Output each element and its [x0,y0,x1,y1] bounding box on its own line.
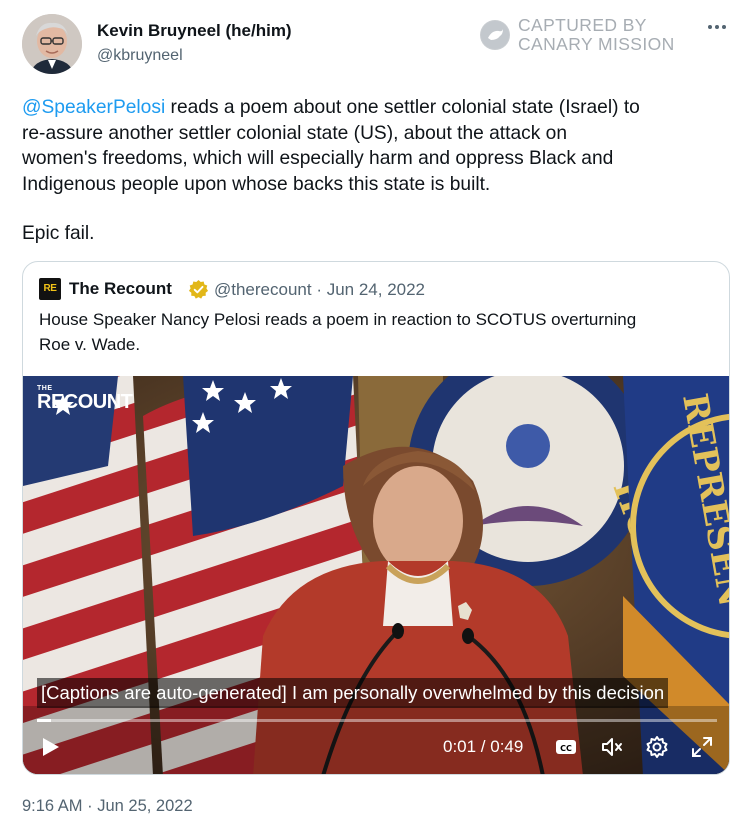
tweet-text: @SpeakerPelosi reads a poem about one se… [22,95,734,197]
video-progress-bar[interactable] [37,719,717,722]
video-player[interactable]: HOUSE OF REPRESEN [23,376,729,774]
quote-text-line-2: Roe v. Wade. [39,334,141,354]
closed-captions-icon[interactable]: CC [554,735,578,759]
quote-text: House Speaker Nancy Pelosi reads a poem … [39,308,719,357]
watermark-text: CAPTURED BY CANARY MISSION [518,16,675,54]
play-icon[interactable] [39,736,61,758]
quoted-tweet[interactable]: RE The Recount @therecount · Jun 24, 202… [22,261,730,775]
fullscreen-icon[interactable] [690,735,714,759]
tweet-text-line-3: women's freedoms, which will especially … [22,148,614,170]
video-caption: [Captions are auto-generated] I am perso… [37,678,669,708]
gear-icon[interactable] [645,735,669,759]
tweet-text-line-4: Indigenous people upon whose backs this … [22,173,491,195]
video-progress-fill [37,719,51,722]
avatar[interactable] [22,14,82,74]
tweet-text-line-1: reads a poem about one settler colonial … [165,97,640,118]
more-horizontal-icon[interactable] [706,20,728,32]
tweet-text-line-5: Epic fail. [22,223,95,244]
video-frame: HOUSE OF REPRESEN [23,376,729,774]
mute-icon[interactable] [600,735,624,759]
canary-mission-watermark: CAPTURED BY CANARY MISSION [480,16,690,56]
watermark-line-1: CAPTURED BY [518,15,647,35]
author-handle[interactable]: @kbruyneel [97,47,183,65]
cc-label: CC [560,744,572,753]
tweet-timestamp[interactable]: 9:16 AM · Jun 25, 2022 [22,797,193,816]
tweet-text-line-2: re-assure another settler colonial state… [22,122,567,144]
video-brand-logo: THE RECOUNT [37,385,133,413]
watermark-line-2: CANARY MISSION [518,34,675,54]
video-timecode: 0:01 / 0:49 [443,737,524,756]
quote-author-name[interactable]: The Recount [69,279,172,299]
canary-logo-icon [480,20,510,50]
verified-badge-icon [188,279,209,300]
quote-text-line-1: House Speaker Nancy Pelosi reads a poem … [39,310,637,329]
quote-author-logo[interactable]: RE [39,278,61,300]
tweet: Kevin Bruyneel (he/him) @kbruyneel CAPTU… [0,0,746,838]
mention-link[interactable]: @SpeakerPelosi [22,97,165,118]
quote-handle-date[interactable]: @therecount · Jun 24, 2022 [214,280,425,300]
author-name[interactable]: Kevin Bruyneel (he/him) [97,21,292,41]
brand-main: RECOUNT [37,391,133,413]
